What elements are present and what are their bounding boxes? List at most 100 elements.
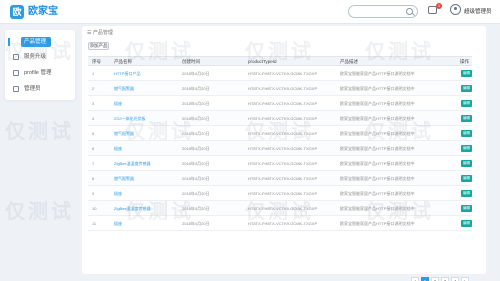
user-name[interactable]: 超级管理员 xyxy=(464,7,492,15)
user-avatar-icon[interactable] xyxy=(450,4,461,15)
cell-name[interactable]: ZGJ一体化光伏板 xyxy=(114,116,146,122)
cell-desc: 欧家宝智能家居产品HTTP接口说明文档中 xyxy=(340,206,415,211)
cell-time: 2018年4月20日 xyxy=(182,146,210,151)
edit-button[interactable]: 编辑 xyxy=(461,85,472,92)
table-header: 序号 产品名称 创建时间 productTypeId 产品描述 操作 xyxy=(88,56,472,66)
cell-time: 2018年4月20日 xyxy=(182,161,210,166)
watermark-text: 仅测试 xyxy=(5,121,74,143)
cell-time: 2018年4月20日 xyxy=(182,101,210,106)
cell-name[interactable]: ZigBee温湿度传感器 xyxy=(114,206,151,212)
edit-button[interactable]: 编辑 xyxy=(461,220,472,227)
cell-name[interactable]: 插座 xyxy=(114,221,122,227)
edit-button[interactable]: 编辑 xyxy=(461,175,472,182)
cell-idx: 11 xyxy=(92,221,97,226)
cell-desc: 欧家宝智能家居产品HTTP接口说明文档中 xyxy=(340,86,415,91)
cell-name[interactable]: 插座 xyxy=(114,146,122,152)
cell-idx: 1 xyxy=(92,71,95,76)
page-button[interactable]: < xyxy=(411,277,419,281)
main-panel: ☰ 产品管理 添加产品 序号 产品名称 创建时间 productTypeId 产… xyxy=(82,26,486,281)
cell-time: 2018年4月20日 xyxy=(182,116,210,121)
cell-type-id: HT8TX-FH8TX-VCTK9-GCI8K-TXGXP xyxy=(248,161,318,166)
cell-name[interactable]: ZigBee温湿度传感器 xyxy=(114,161,151,167)
admin-icon xyxy=(13,86,19,92)
page-button[interactable]: > xyxy=(461,277,469,281)
cell-time: 2018年4月20日 xyxy=(182,71,210,76)
notification-badge: 1 xyxy=(436,3,442,9)
cell-idx: 7 xyxy=(92,161,95,166)
profile-icon xyxy=(13,70,19,76)
cell-desc: 欧家宝智能家居产品HTTP接口说明文档中 xyxy=(340,101,415,106)
table-row: 10 ZigBee温湿度传感器 2018年4月20日 HT8TX-FH8TX-VCTK… xyxy=(88,201,472,216)
search-icon[interactable] xyxy=(406,8,413,15)
column-header: 操作 xyxy=(460,59,469,64)
edit-button[interactable]: 编辑 xyxy=(461,160,472,167)
add-product-button[interactable]: 添加产品 xyxy=(88,42,109,50)
sidebar-item-admin[interactable]: 管理员 xyxy=(5,82,75,96)
table-row: 7 ZigBee温湿度传感器 2018年4月20日 HT8TX-FH8TX-VCTK9… xyxy=(88,156,472,171)
cell-type-id: HT8TX-FH8TX-VCTK9-GCI8K-TXGXP xyxy=(248,101,318,106)
edit-button[interactable]: 编辑 xyxy=(461,145,472,152)
page-button[interactable]: 3 xyxy=(441,277,449,281)
table-row: 3 插座 2018年4月20日 HT8TX-FH8TX-VCTK9-GCI8K-TXG… xyxy=(88,96,472,111)
table-row: 6 插座 2018年4月20日 HT8TX-FH8TX-VCTK9-GCI8K-TXG… xyxy=(88,141,472,156)
cell-name[interactable]: 燃气报警器 xyxy=(114,176,134,182)
sidebar-item-label: 产品管理 xyxy=(24,39,47,45)
table-row: 11 插座 2018年4月20日 HT8TX-FH8TX-VCTK9-GCI8K-TX… xyxy=(88,216,472,231)
cell-type-id: HT8TX-FH8TX-VCTK9-GCI8K-TXGXP xyxy=(248,71,318,76)
cell-name[interactable]: 燃气报警器 xyxy=(114,86,134,92)
table-row: 4 ZGJ一体化光伏板 2018年4月20日 HT8TX-FH8TX-VCTK9-GC… xyxy=(88,111,472,126)
table-body: 1 HTTP接口产品 2018年4月20日 HT8TX-FH8TX-VCTK9-GCI… xyxy=(88,66,472,231)
column-header: 序号 xyxy=(92,59,101,64)
table-row: 5 燃气报警器 2018年4月20日 HT8TX-FH8TX-VCTK9-GCI8K-… xyxy=(88,126,472,141)
cell-desc: 欧家宝智能家居产品HTTP接口说明文档中 xyxy=(340,221,415,226)
search-input[interactable] xyxy=(354,7,404,17)
cell-time: 2018年4月20日 xyxy=(182,176,210,181)
product-table: 序号 产品名称 创建时间 productTypeId 产品描述 操作 1 HTTP… xyxy=(88,56,472,231)
table-row: 8 燃气报警器 2018年4月20日 HT8TX-FH8TX-VCTK9-GCI8K-… xyxy=(88,171,472,186)
sidebar-item-profile[interactable]: profile 管理 xyxy=(5,66,75,80)
column-header: productTypeId xyxy=(248,59,277,64)
edit-button[interactable]: 编辑 xyxy=(461,115,472,122)
edit-button[interactable]: 编辑 xyxy=(461,190,472,197)
cell-idx: 10 xyxy=(92,206,97,211)
cell-type-id: HT8TX-FH8TX-VCTK9-GCI8K-TXGXP xyxy=(248,191,318,196)
edit-button[interactable]: 编辑 xyxy=(461,100,472,107)
sidebar-item-label: 管理员 xyxy=(24,86,41,92)
edit-button[interactable]: 编辑 xyxy=(461,130,472,137)
table-row: 1 HTTP接口产品 2018年4月20日 HT8TX-FH8TX-VCTK9-GCI… xyxy=(88,66,472,81)
cell-name[interactable]: HTTP接口产品 xyxy=(114,71,140,77)
top-header: 欧 欧家宝 1 超级管理员 xyxy=(0,0,500,24)
cell-idx: 4 xyxy=(92,116,95,121)
sidebar-item-products[interactable]: 产品管理 xyxy=(5,35,75,49)
cell-desc: 欧家宝智能家居产品HTTP接口说明文档中 xyxy=(340,131,415,136)
column-header: 创建时间 xyxy=(182,59,200,64)
cell-type-id: HT8TX-FH8TX-VCTK9-GCI8K-TXGXP xyxy=(248,176,318,181)
cell-desc: 欧家宝智能家居产品HTTP接口说明文档中 xyxy=(340,191,415,196)
search-box[interactable] xyxy=(348,5,418,18)
cell-idx: 6 xyxy=(92,146,95,151)
page-button[interactable]: 1 xyxy=(421,277,429,281)
logo-icon: 欧 xyxy=(10,5,24,19)
page-button[interactable]: 4 xyxy=(451,277,459,281)
breadcrumb: ☰ 产品管理 xyxy=(87,30,113,36)
sidebar-item-label: 服务升级 xyxy=(24,54,47,60)
cell-idx: 2 xyxy=(92,86,95,91)
edit-button[interactable]: 编辑 xyxy=(461,70,472,77)
cell-name[interactable]: 插座 xyxy=(114,191,122,197)
column-header: 产品名称 xyxy=(114,59,132,64)
upgrade-icon xyxy=(13,54,19,60)
sidebar-item-label: profile 管理 xyxy=(24,70,52,76)
edit-button[interactable]: 编辑 xyxy=(461,205,472,212)
grid-icon xyxy=(13,39,19,45)
sidebar-item-upgrade[interactable]: 服务升级 xyxy=(5,50,75,64)
cell-type-id: HT8TX-FH8TX-VCTK9-GCI8K-TXGXP xyxy=(248,206,318,211)
cell-name[interactable]: 插座 xyxy=(114,101,122,107)
cell-time: 2018年4月20日 xyxy=(182,86,210,91)
cell-idx: 9 xyxy=(92,191,95,196)
cell-desc: 欧家宝智能家居产品HTTP接口说明文档中 xyxy=(340,116,415,121)
table-row: 2 燃气报警器 2018年4月20日 HT8TX-FH8TX-VCTK9-GCI8K-… xyxy=(88,81,472,96)
page-button[interactable]: 2 xyxy=(431,277,439,281)
cell-type-id: HT8TX-FH8TX-VCTK9-GCI8K-TXGXP xyxy=(248,146,318,151)
cell-desc: 欧家宝智能家居产品HTTP接口说明文档中 xyxy=(340,161,415,166)
cell-name[interactable]: 燃气报警器 xyxy=(114,131,134,137)
